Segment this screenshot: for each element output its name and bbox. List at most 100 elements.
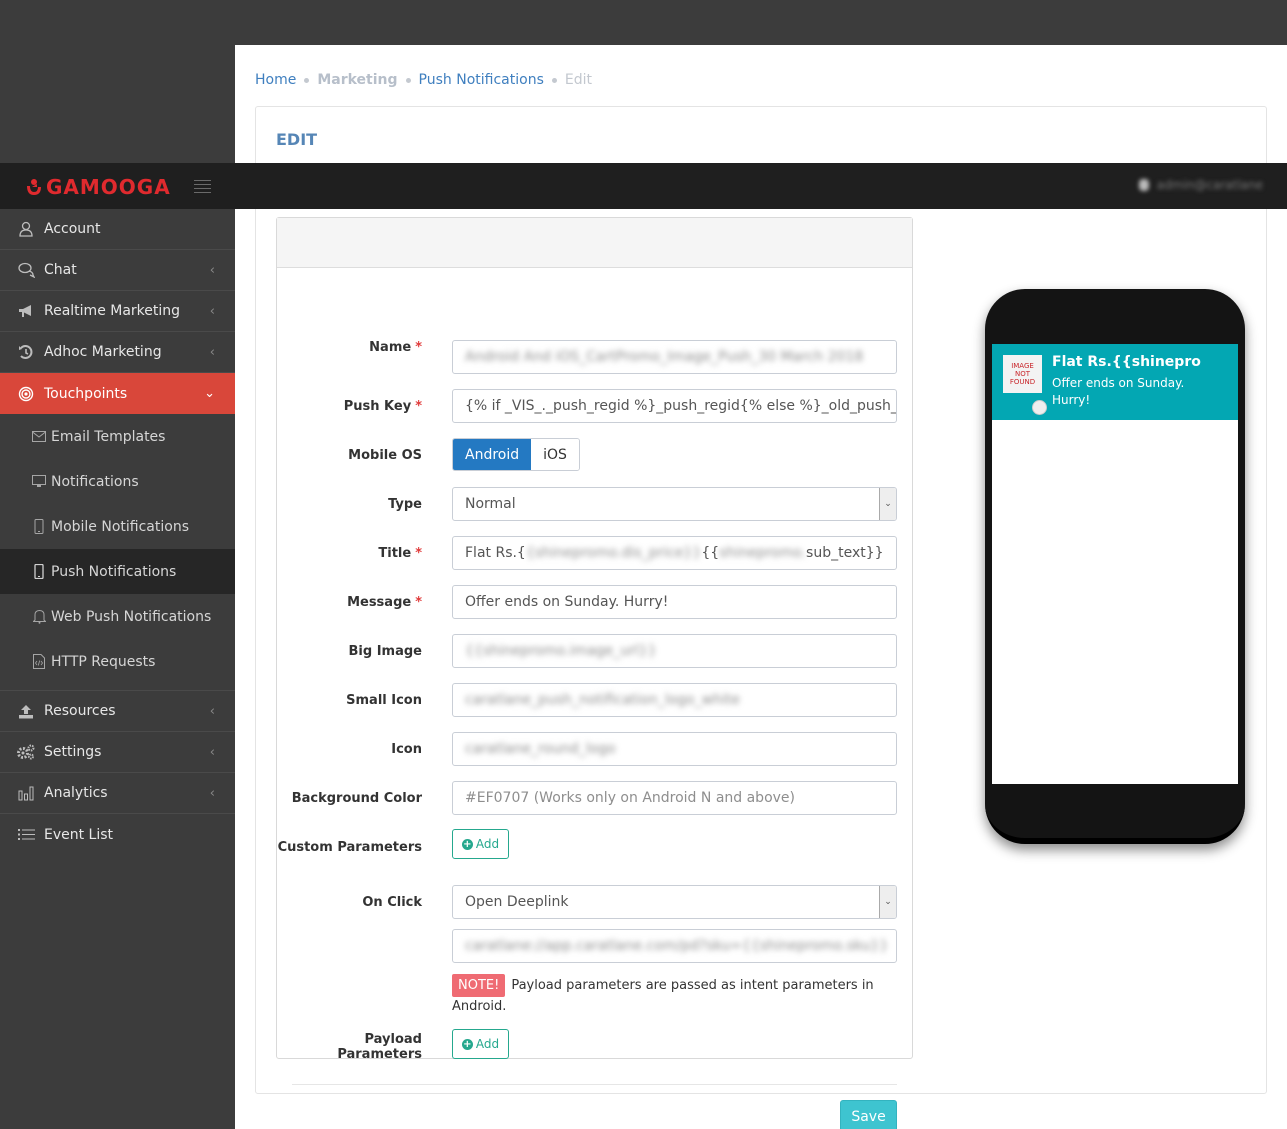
chevron-left-icon: ‹ <box>209 262 215 278</box>
big-image-label: Big Image <box>348 643 422 659</box>
required-asterisk: * <box>415 340 422 355</box>
edit-card: EDIT Name * Android And iOS_CartPromo_Ima… <box>255 106 1267 1129</box>
breadcrumb-marketing: Marketing <box>317 72 398 88</box>
title-label: Title <box>378 545 412 561</box>
notification-title: Flat Rs.{{shinepromo.dis_price}} <box>1052 354 1202 370</box>
sidebar-item-chat[interactable]: Chat ‹ <box>0 250 235 291</box>
brand-name: GAMOOGA <box>46 175 171 199</box>
plus-circle-icon: + <box>461 838 473 850</box>
required-asterisk: * <box>415 545 422 561</box>
chevron-left-icon: ‹ <box>209 344 215 360</box>
message-input[interactable]: Offer ends on Sunday. Hurry! <box>452 585 897 619</box>
chevron-left-icon: ‹ <box>209 785 215 801</box>
sidebar-item-push-notifications[interactable]: Push Notifications <box>0 549 235 594</box>
form-panel-header <box>277 218 912 268</box>
touchpoints-submenu: Email Templates Notifications Mobile Not… <box>0 414 235 691</box>
add-payload-parameter-button[interactable]: + Add <box>452 1029 509 1059</box>
breadcrumb-home[interactable]: Home <box>255 72 296 88</box>
deeplink-input[interactable]: caratlane://app.caratlane.com/pd?sku={{s… <box>452 929 897 963</box>
mobile-icon <box>32 519 46 535</box>
push-key-input[interactable]: {% if _VIS_._push_regid %}_push_regid{% … <box>452 389 897 423</box>
required-asterisk: * <box>415 594 422 610</box>
mobile-os-android[interactable]: Android <box>453 439 532 470</box>
breadcrumb: Home Marketing Push Notifications Edit <box>255 72 592 88</box>
plus-circle-icon: + <box>461 1038 473 1050</box>
payload-note: NOTE! Payload parameters are passed as in… <box>452 974 892 1016</box>
icon-input[interactable]: caratlane_round_logo <box>452 732 897 766</box>
payload-parameters-row: Payload Parameters <box>277 1030 914 1064</box>
push-key-label: Push Key <box>343 398 412 414</box>
sidebar: Account Chat ‹ Realtime Marketing ‹ Adho… <box>0 209 235 1129</box>
breadcrumb-separator <box>304 77 310 83</box>
code-file-icon <box>32 654 46 670</box>
form-divider <box>292 1084 897 1085</box>
sidebar-item-analytics[interactable]: Analytics ‹ <box>0 773 235 814</box>
chevron-down-icon: ⌄ <box>879 886 896 918</box>
background-color-label: Background Color <box>291 790 422 806</box>
sidebar-item-web-push-notifications[interactable]: Web Push Notifications <box>0 594 235 639</box>
gamooga-logo-icon <box>27 179 41 195</box>
user-icon <box>17 220 35 238</box>
chevron-down-icon: ⌄ <box>204 386 215 401</box>
on-click-select[interactable]: Open Deeplink ⌄ <box>452 885 897 919</box>
notification-preview: IMAGE NOT FOUND Flat Rs.{{shinepromo.dis… <box>992 344 1238 420</box>
breadcrumb-edit: Edit <box>564 72 592 88</box>
sidebar-item-email-templates[interactable]: Email Templates <box>0 414 235 459</box>
breadcrumb-push-notifications[interactable]: Push Notifications <box>419 72 544 88</box>
payload-parameters-label: Payload Parameters <box>337 1032 422 1062</box>
brand-logo[interactable]: GAMOOGA <box>25 175 171 199</box>
name-input[interactable]: Android And iOS_CartPromo_Image_Push_30 … <box>452 340 897 374</box>
save-button[interactable]: Save <box>840 1100 897 1129</box>
page-title: EDIT <box>276 130 318 149</box>
sidebar-item-realtime-marketing[interactable]: Realtime Marketing ‹ <box>0 291 235 332</box>
sidebar-item-adhoc-marketing[interactable]: Adhoc Marketing ‹ <box>0 332 235 373</box>
mobile-os-ios[interactable]: iOS <box>531 439 579 470</box>
sidebar-item-settings[interactable]: Settings ‹ <box>0 732 235 773</box>
breadcrumb-separator <box>405 77 411 83</box>
gears-icon <box>17 743 35 761</box>
user-icon <box>1138 179 1149 191</box>
phone-preview: IMAGE NOT FOUND Flat Rs.{{shinepromo.dis… <box>985 289 1245 844</box>
bar-chart-icon <box>17 784 35 802</box>
background-color-input[interactable]: #EF0707 (Works only on Android N and abo… <box>452 781 897 815</box>
icon-label: Icon <box>391 741 422 757</box>
sidebar-item-mobile-notifications[interactable]: Mobile Notifications <box>0 504 235 549</box>
name-label: Name <box>369 340 412 355</box>
bell-icon <box>32 609 46 625</box>
sidebar-item-resources[interactable]: Resources ‹ <box>0 691 235 732</box>
custom-parameters-label: Custom Parameters <box>277 839 422 855</box>
chevron-left-icon: ‹ <box>209 303 215 319</box>
breadcrumb-separator <box>551 77 557 83</box>
type-label: Type <box>388 496 422 512</box>
notification-message: Offer ends on Sunday. Hurry! <box>1052 376 1185 407</box>
title-input[interactable]: Flat Rs.{{shinepromo.dis_price}} {{shine… <box>452 536 897 570</box>
type-select[interactable]: Normal ⌄ <box>452 487 897 521</box>
menu-toggle-icon[interactable] <box>194 180 211 193</box>
required-asterisk: * <box>415 398 422 414</box>
top-bar: GAMOOGA admin@caratlane <box>0 163 1287 209</box>
sidebar-item-account[interactable]: Account <box>0 209 235 250</box>
history-icon <box>17 343 35 361</box>
sidebar-item-notifications[interactable]: Notifications <box>0 459 235 504</box>
image-not-found-placeholder: IMAGE NOT FOUND <box>1003 355 1042 393</box>
phone-screen: IMAGE NOT FOUND Flat Rs.{{shinepromo.dis… <box>992 344 1238 784</box>
small-logo-icon <box>1032 400 1047 415</box>
upload-icon <box>17 702 35 720</box>
monitor-icon <box>32 474 46 490</box>
message-label: Message <box>347 594 412 610</box>
small-icon-label: Small Icon <box>346 692 422 708</box>
megaphone-icon <box>17 302 35 320</box>
sidebar-item-event-list[interactable]: Event List <box>0 814 235 855</box>
list-icon <box>17 826 35 844</box>
sidebar-item-touchpoints[interactable]: Touchpoints ⌄ <box>0 373 235 414</box>
form-panel: Name * Android And iOS_CartPromo_Image_Pu… <box>276 217 914 1129</box>
small-icon-input[interactable]: caratlane_push_notification_logo_white <box>452 683 897 717</box>
on-click-label: On Click <box>362 894 422 910</box>
add-custom-parameter-button[interactable]: + Add <box>452 829 509 859</box>
user-menu[interactable]: admin@caratlane <box>1138 178 1263 192</box>
custom-parameters-row: Custom Parameters <box>277 830 914 864</box>
sidebar-item-http-requests[interactable]: HTTP Requests <box>0 639 235 684</box>
chat-icon <box>17 261 35 279</box>
mobile-icon <box>32 564 46 580</box>
big-image-input[interactable]: {{shinepromo.image_url}} <box>452 634 897 668</box>
